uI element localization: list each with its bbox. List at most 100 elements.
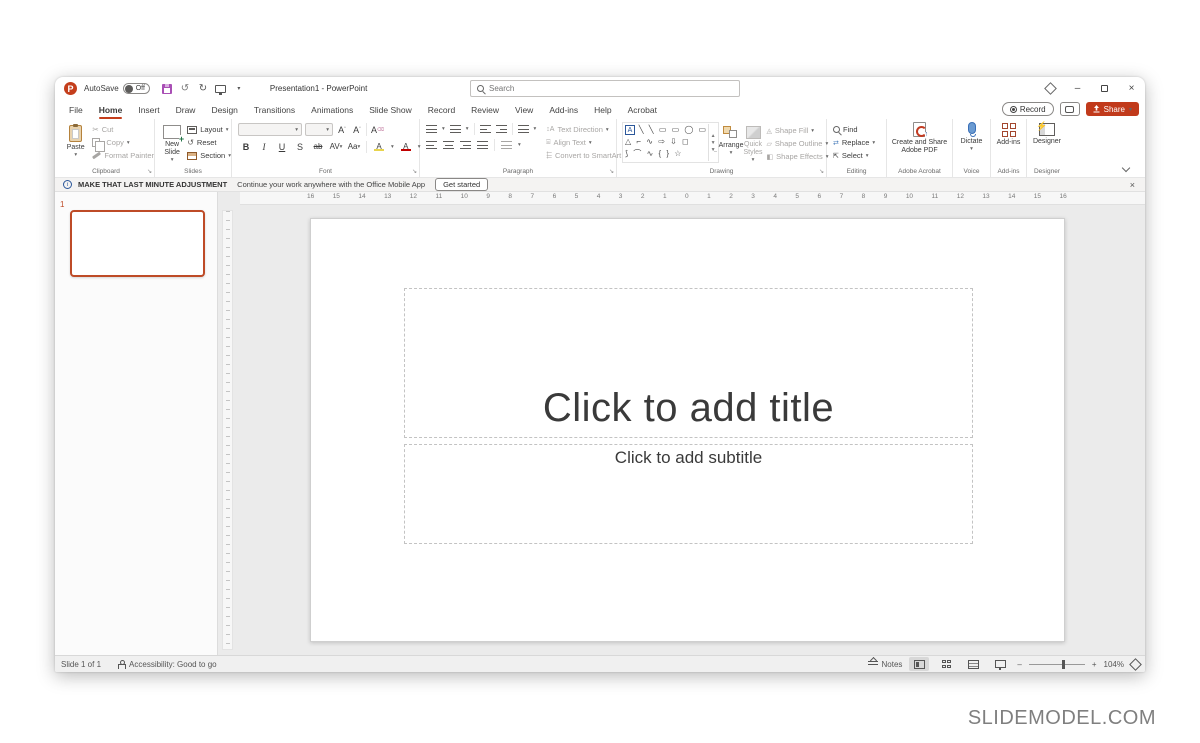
- align-text-button[interactable]: ⌸Align Text▾: [546, 136, 627, 149]
- shrink-font-button[interactable]: Aˇ: [351, 123, 363, 136]
- reset-button[interactable]: ↺Reset: [187, 136, 231, 149]
- tab-view[interactable]: View: [507, 100, 541, 119]
- shape-fill-button[interactable]: ◬Shape Fill▾: [767, 124, 829, 137]
- shape-effects-button[interactable]: ◧Shape Effects▾: [767, 150, 829, 163]
- search-box[interactable]: [470, 80, 740, 97]
- record-button[interactable]: Record: [1002, 102, 1054, 116]
- fit-slide-to-window-icon[interactable]: [1129, 658, 1142, 671]
- replace-button[interactable]: ⇄Replace▾: [833, 136, 886, 149]
- restore-button[interactable]: [1091, 77, 1118, 100]
- paragraph-dialog-launcher-icon[interactable]: ↘: [609, 168, 614, 175]
- designer-button[interactable]: Designer: [1027, 119, 1067, 146]
- paste-button[interactable]: Paste ▾: [62, 121, 89, 162]
- tab-acrobat[interactable]: Acrobat: [620, 100, 665, 119]
- tab-insert[interactable]: Insert: [130, 100, 167, 119]
- customize-qat-button[interactable]: ▾: [231, 81, 247, 96]
- change-case-button[interactable]: Aa▾: [348, 140, 360, 153]
- create-share-pdf-button[interactable]: Create and Share Adobe PDF: [887, 119, 952, 155]
- arrange-button[interactable]: Arrange ▾: [719, 122, 744, 163]
- collapse-ribbon-button[interactable]: [1121, 165, 1131, 171]
- shapes-row-2[interactable]: △ ⌐ ∿ ⇨ ⇩ ◻: [625, 136, 708, 148]
- normal-view-button[interactable]: [909, 657, 929, 671]
- tab-help[interactable]: Help: [586, 100, 619, 119]
- character-spacing-button[interactable]: AV▾: [330, 140, 342, 153]
- new-slide-button[interactable]: New Slide ▾: [159, 121, 185, 163]
- text-direction-button[interactable]: ↕AText Direction▾: [546, 123, 627, 136]
- convert-smartart-button[interactable]: ⬱Convert to SmartArt▾: [546, 149, 627, 162]
- line-spacing-button[interactable]: [518, 125, 529, 133]
- notification-close-button[interactable]: ×: [1130, 180, 1135, 190]
- notes-button[interactable]: Notes: [868, 660, 903, 669]
- tab-add-ins[interactable]: Add-ins: [541, 100, 586, 119]
- tab-record[interactable]: Record: [420, 100, 463, 119]
- shape-outline-button[interactable]: ▱Shape Outline▾: [767, 137, 829, 150]
- tab-design[interactable]: Design: [203, 100, 245, 119]
- italic-button[interactable]: I: [258, 140, 270, 153]
- justify-button[interactable]: [477, 141, 488, 149]
- drawing-dialog-launcher-icon[interactable]: ↘: [819, 168, 824, 175]
- clipboard-dialog-launcher-icon[interactable]: ↘: [147, 168, 152, 175]
- autosave-toggle[interactable]: Off: [123, 83, 150, 94]
- text-box-shape-icon[interactable]: A: [625, 125, 635, 135]
- clear-formatting-button[interactable]: A⌫: [366, 123, 384, 136]
- zoom-level[interactable]: 104%: [1104, 660, 1124, 669]
- bold-button[interactable]: B: [240, 140, 252, 153]
- slideshow-view-button[interactable]: [990, 657, 1010, 671]
- slide-thumbnail[interactable]: [70, 210, 205, 277]
- subtitle-placeholder[interactable]: Click to add subtitle: [404, 444, 973, 544]
- save-button[interactable]: [159, 81, 175, 96]
- minimize-button[interactable]: –: [1064, 77, 1091, 100]
- close-button[interactable]: ×: [1118, 77, 1145, 100]
- align-right-button[interactable]: [460, 141, 471, 149]
- font-color-button[interactable]: A: [400, 140, 412, 153]
- font-name-combobox[interactable]: ▾: [238, 123, 302, 136]
- zoom-slider-handle[interactable]: [1062, 660, 1065, 669]
- find-button[interactable]: Find: [833, 123, 886, 136]
- bullets-button[interactable]: [426, 125, 437, 133]
- addins-button[interactable]: Add-ins: [991, 119, 1026, 147]
- more-shapes-icon[interactable]: ▼̲: [711, 147, 716, 153]
- zoom-out-button[interactable]: –: [1017, 660, 1021, 669]
- title-placeholder[interactable]: Click to add title: [404, 288, 973, 438]
- align-center-button[interactable]: [443, 141, 454, 149]
- columns-button[interactable]: [501, 141, 512, 149]
- decrease-indent-button[interactable]: [480, 125, 491, 133]
- tab-animations[interactable]: Animations: [303, 100, 361, 119]
- redo-button[interactable]: ↻: [195, 81, 211, 96]
- layout-button[interactable]: Layout▾: [187, 123, 231, 136]
- font-size-combobox[interactable]: ▾: [305, 123, 333, 136]
- comments-button[interactable]: [1060, 102, 1080, 116]
- underline-button[interactable]: U: [276, 140, 288, 153]
- tab-transitions[interactable]: Transitions: [246, 100, 303, 119]
- tab-review[interactable]: Review: [463, 100, 507, 119]
- reading-view-button[interactable]: [963, 657, 983, 671]
- start-slideshow-button[interactable]: [213, 81, 229, 96]
- tab-file[interactable]: File: [61, 100, 91, 119]
- scroll-up-icon[interactable]: ▲: [711, 133, 716, 139]
- share-button[interactable]: Share ▾: [1086, 102, 1139, 116]
- zoom-slider[interactable]: [1029, 664, 1085, 665]
- tab-home[interactable]: Home: [91, 100, 131, 119]
- shapes-row-1[interactable]: ╲ ╲ ▭ ▭ ◯ ▭: [639, 125, 708, 134]
- copy-button[interactable]: Copy▾: [92, 136, 154, 149]
- zoom-in-button[interactable]: +: [1092, 660, 1097, 669]
- section-button[interactable]: Section▾: [187, 149, 231, 162]
- align-left-button[interactable]: [426, 141, 437, 149]
- undo-button[interactable]: ↺: [177, 81, 193, 96]
- grow-font-button[interactable]: Aˆ: [336, 123, 348, 136]
- strikethrough-button[interactable]: ab: [312, 140, 324, 153]
- text-shadow-button[interactable]: S: [294, 140, 306, 153]
- tab-slide-show[interactable]: Slide Show: [361, 100, 420, 119]
- select-button[interactable]: ⇱Select▾: [833, 149, 886, 162]
- tab-draw[interactable]: Draw: [168, 100, 204, 119]
- shapes-gallery[interactable]: A ╲ ╲ ▭ ▭ ◯ ▭ △ ⌐ ∿ ⇨ ⇩ ◻ ⟆ ⌒ ∿ { } ☆ ▲ …: [622, 122, 719, 163]
- slide-sorter-view-button[interactable]: [936, 657, 956, 671]
- accessibility-status[interactable]: Accessibility: Good to go: [117, 660, 217, 669]
- quick-styles-button[interactable]: Quick Styles ▾: [743, 122, 762, 163]
- get-started-button[interactable]: Get started: [435, 178, 488, 191]
- cut-button[interactable]: ✂Cut: [92, 123, 154, 136]
- dictate-button[interactable]: Dictate ▾: [953, 119, 990, 152]
- scroll-down-icon[interactable]: ▼: [711, 140, 716, 146]
- ribbon-display-options-button[interactable]: [1037, 77, 1064, 100]
- search-input[interactable]: [489, 84, 733, 93]
